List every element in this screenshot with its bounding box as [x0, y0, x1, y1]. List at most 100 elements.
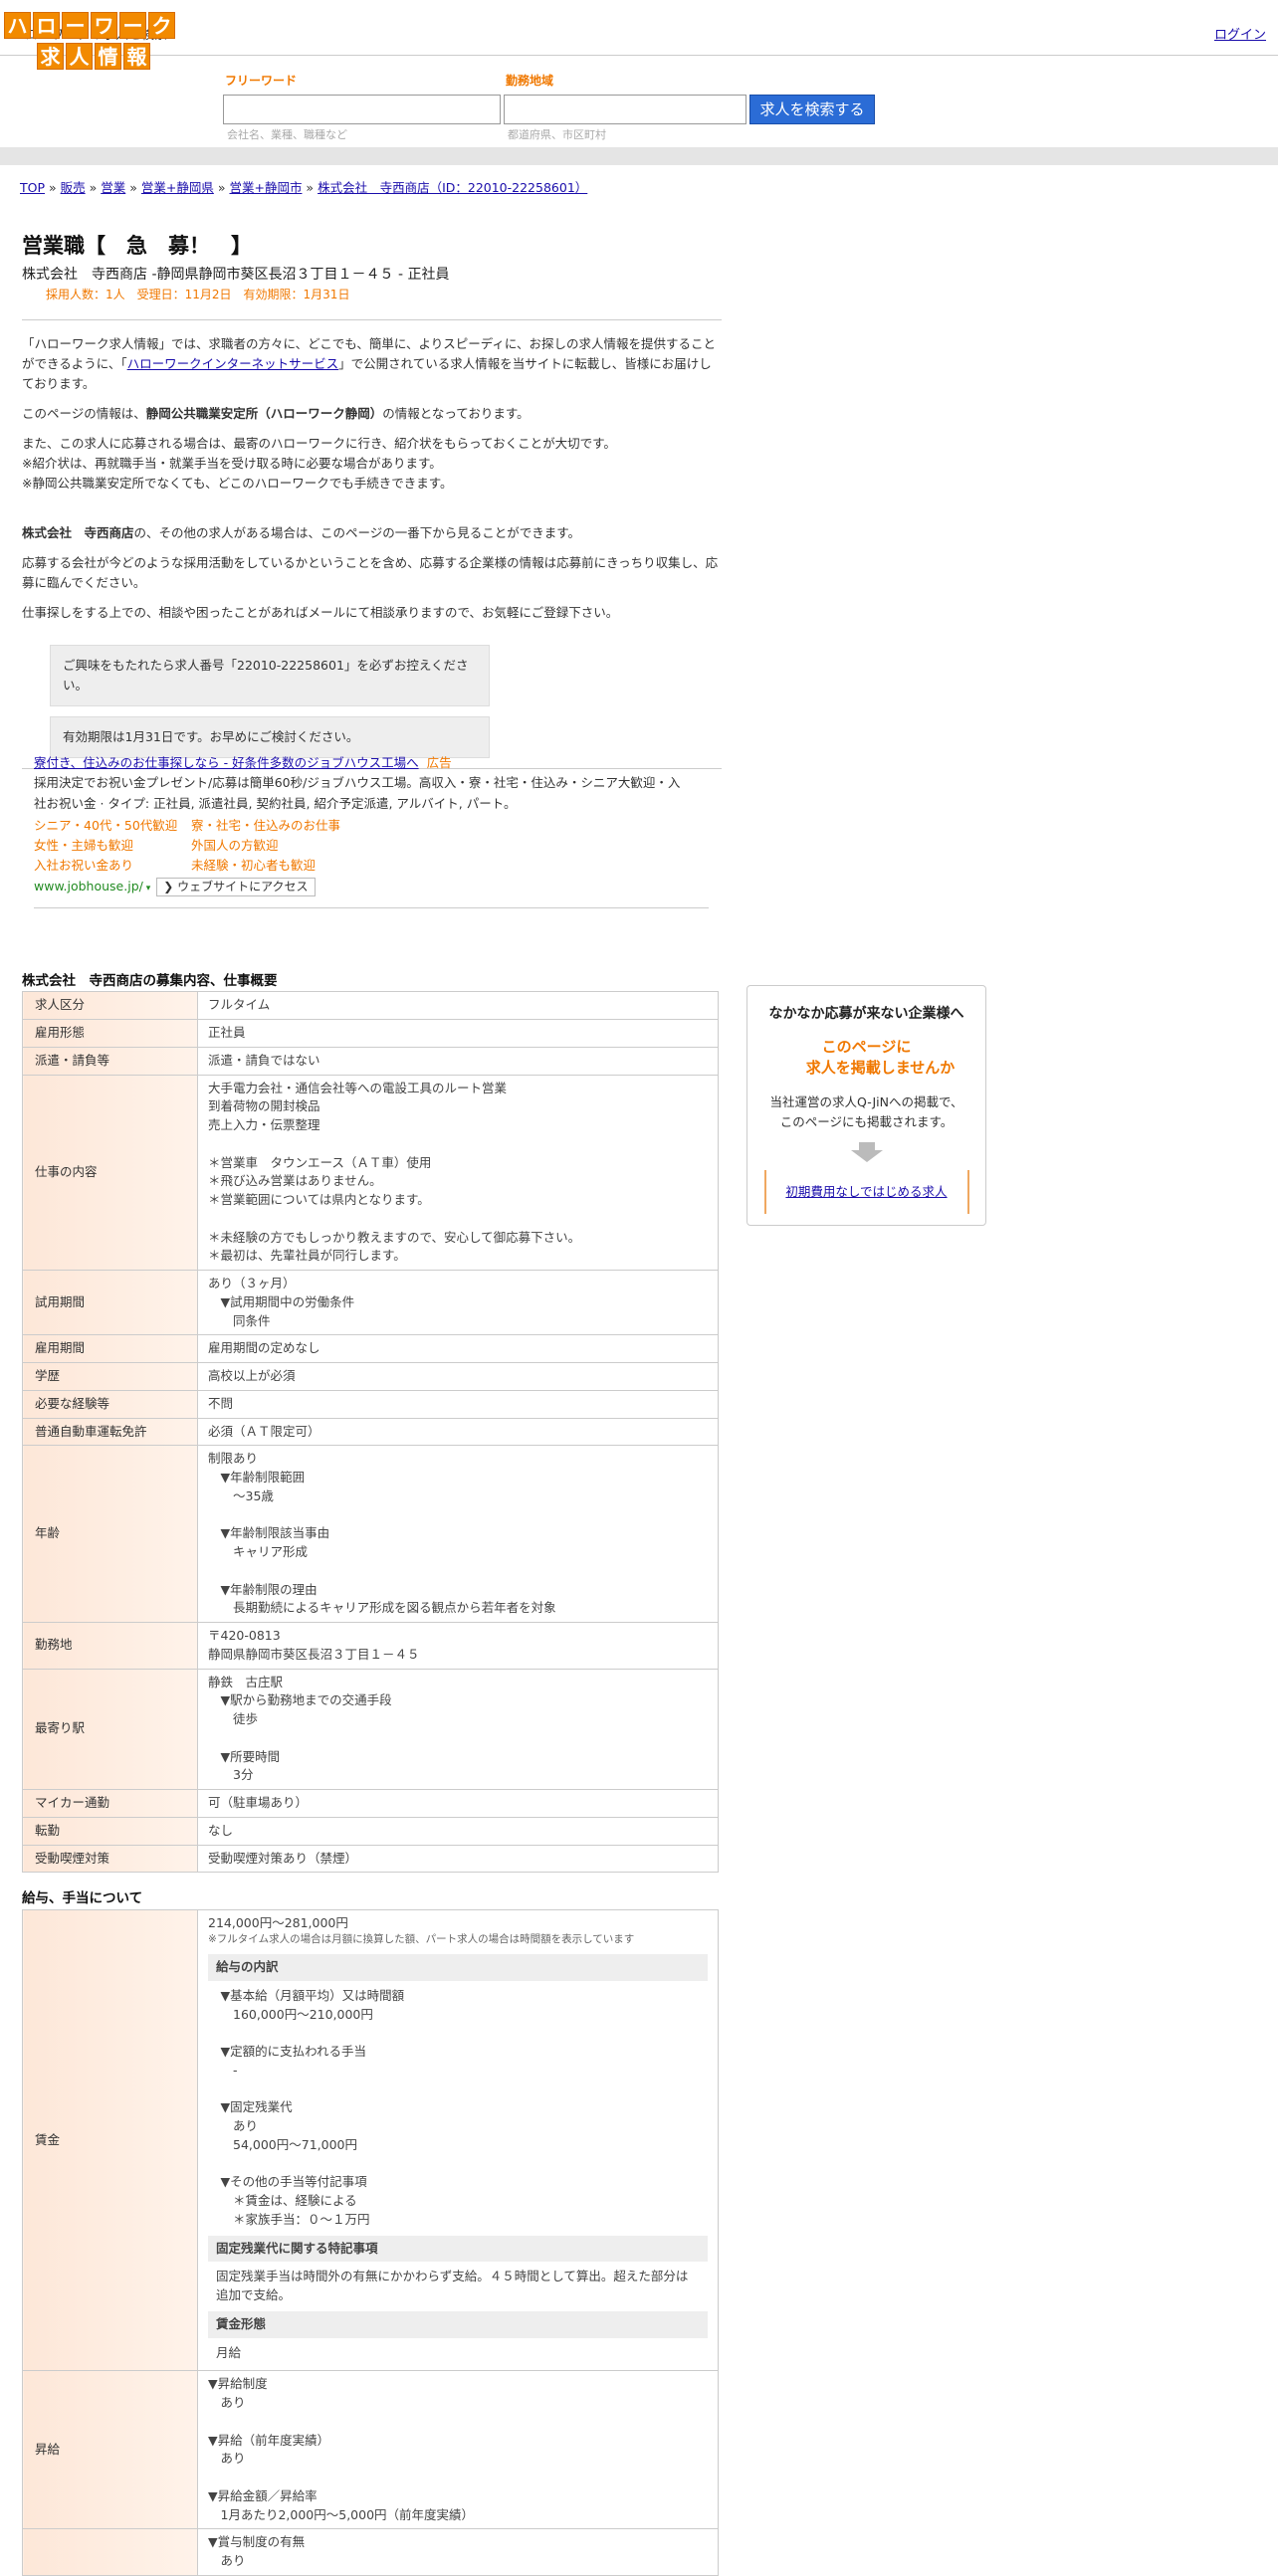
raise-label: 昇給: [22, 2370, 198, 2530]
row-value: 高校以上が必須: [197, 1362, 719, 1391]
breadcrumb-link[interactable]: 営業+静岡県: [141, 180, 214, 195]
breadcrumb-link[interactable]: TOP: [20, 180, 45, 195]
text-line: あり: [208, 2395, 246, 2410]
other-jobs-note: 株式会社 寺西商店の、その他の求人がある場合は、このページの一番下から見ることが…: [22, 524, 581, 540]
table-row: 雇用形態 正社員: [22, 1019, 719, 1048]
details-table: 求人区分 フルタイム 雇用形態 正社員 派遣・請負等 派遣・請負ではない 仕事の内容 大手電力…: [22, 991, 719, 1874]
logo-char: ロ: [33, 12, 60, 39]
ad-feature: 寮・社宅・住込みのお仕事: [191, 817, 341, 833]
fixed-overtime-text: 固定残業手当は時間外の有無にかかわらず支給。４５時間として算出。超えた部分は追加…: [216, 2269, 689, 2302]
logo-char: 求: [37, 43, 64, 70]
text-line: 雇用期間の定めなし: [208, 1340, 320, 1356]
logo-char: ワ: [91, 12, 117, 39]
row-value: 派遣・請負ではない: [197, 1046, 719, 1076]
text-line: 静岡県静岡市葵区長沼３丁目１－４５: [208, 1646, 420, 1662]
text-line: [208, 2024, 708, 2043]
table-row: 最寄り駅 静鉄 古庄駅 ▼駅から勤務地までの交通手段 徒歩 ▼所要時間 3分: [22, 1668, 719, 1790]
freeword-input[interactable]: [223, 95, 501, 124]
text-line: [208, 2155, 708, 2174]
row-label: 最寄り駅: [22, 1668, 198, 1790]
text-line: ▼昇給金額／昇給率: [208, 2487, 318, 2503]
text-line: 長期勤続によるキャリア形成を図る観点から若年者を対象: [208, 1600, 556, 1616]
row-value: 大手電力会社・通信会社等への電設工具のルート営業 到着荷物の開封検品 売上入力・伝票…: [197, 1074, 719, 1271]
text-line: フルタイム: [208, 997, 271, 1013]
wage-range: 214,000円〜281,000円: [208, 1914, 348, 1930]
breadcrumb-link[interactable]: 販売: [61, 180, 86, 195]
table-row: 必要な経験等 不問: [22, 1389, 719, 1419]
breadcrumb-link[interactable]: 営業: [101, 180, 125, 195]
text-line: 3分: [208, 1767, 254, 1783]
ad-feature: 外国人の方歓迎: [191, 838, 279, 853]
search-button[interactable]: 求人を検索する: [749, 95, 875, 124]
text-line: ▼試用期間中の労働条件: [208, 1293, 355, 1309]
table-row: ▼賞与制度の有無 あり: [22, 2528, 719, 2576]
hellowork-internet-link[interactable]: ハローワークインターネットサービス: [127, 356, 339, 371]
wage-note: ※フルタイム求人の場合は月額に換算した額、パート求人の場合は時間額を表示していま…: [208, 1933, 635, 1946]
breadcrumb-link[interactable]: 営業+静岡市: [229, 180, 302, 195]
breakdown-title: 給与の内訳: [208, 1954, 708, 1981]
text-line: ＊営業範囲については県内となります。: [208, 1192, 430, 1207]
hellowork-logo[interactable]: ハローワーク求人情報: [4, 12, 179, 70]
ad-features: シニア・40代・50代歓迎 寮・社宅・住込みのお仕事 女性・主婦も歓迎 外国人の方歓迎…: [34, 816, 691, 877]
text-line: 54,000円〜71,000円: [208, 2136, 357, 2152]
table-row: 試用期間 あり（３ヶ月） ▼試用期間中の労働条件 同条件: [22, 1269, 719, 1336]
text-line: 高校以上が必須: [208, 1368, 296, 1383]
text-line: 160,000円〜210,000円: [208, 2006, 373, 2022]
deadline-note: 有効期限は1月31日です。お早めにご検討ください。: [50, 715, 490, 758]
table-row: 賃金 214,000円〜281,000円 ※フルタイム求人の場合は月額に換算した…: [22, 1908, 719, 2372]
row-label: 受動喫煙対策: [22, 1844, 198, 1874]
text-line: なし: [208, 1822, 234, 1838]
table-row: 受動喫煙対策 受動喫煙対策あり（禁煙）: [22, 1844, 719, 1874]
visit-website-button[interactable]: ❯ ウェブサイトにアクセス: [156, 877, 316, 896]
ad-url[interactable]: www.jobhouse.jp/: [34, 879, 143, 893]
start-listing-button[interactable]: 初期費用なしではじめる求人: [763, 1170, 969, 1214]
row-value: 制限あり ▼年齢制限範囲 〜35歳 ▼年齢制限該当事由 キャリア形成 ▼年齢制限…: [197, 1445, 719, 1623]
text-line: ▼固定残業代: [208, 2099, 293, 2115]
freeword-label: フリーワード: [225, 74, 298, 88]
text-line: 制限あり: [208, 1451, 259, 1467]
table-row: 雇用期間 雇用期間の定めなし: [22, 1334, 719, 1363]
breadcrumb-link[interactable]: 株式会社 寺西商店（ID：22010-22258601）: [318, 180, 587, 195]
text-line: 徒歩: [208, 1711, 259, 1726]
login-link[interactable]: ログイン: [1214, 26, 1266, 46]
job-number-note: ご興味をもたれたら求人番号「22010-22258601」を必ずお控えください。: [50, 644, 490, 706]
ad-feature: 未経験・初心者も歓迎: [191, 858, 317, 874]
text-line: [208, 2413, 708, 2432]
logo-char: ー: [62, 12, 89, 39]
text-line: ＊飛び込み営業はありません。: [208, 1173, 382, 1189]
text-line: 1月あたり2,000円〜5,000円（前年度実績）: [208, 2506, 475, 2522]
area-input[interactable]: [504, 95, 746, 124]
job-meta: 採用人数：1人 受理日：11月2日 有効期限：1月31日: [46, 287, 350, 301]
advertise-box: なかなか応募が来ない企業様へ このページに 求人を掲載しませんか 当社運営の求人Q…: [746, 985, 986, 1226]
text-line: ▼定額的に支払われる手当: [208, 2044, 367, 2059]
row-label: マイカー通勤: [22, 1789, 198, 1818]
text-line: ＊営業車 タウンエース（ＡＴ車）使用: [208, 1154, 432, 1170]
text-line: ▼年齢制限範囲: [208, 1470, 306, 1485]
top-bar: ハローワークの求人を検索 ログイン: [0, 0, 1278, 56]
bonus-label: [22, 2528, 198, 2576]
row-label: 転勤: [22, 1816, 198, 1846]
pay-table: 賃金 214,000円〜281,000円 ※フルタイム求人の場合は月額に換算した…: [22, 1908, 719, 2576]
text-line: キャリア形成: [208, 1544, 309, 1559]
text-line: [208, 2469, 708, 2487]
main-content: 営業職【 急 募！ 】 株式会社 寺西商店 -静岡県静岡市葵区長沼３丁目１－４５…: [22, 231, 722, 769]
down-arrow-icon: [850, 1150, 883, 1162]
text-line: 大手電力会社・通信会社等への電設工具のルート営業: [208, 1080, 508, 1095]
area-placeholder: 都道府県、市区町村: [508, 128, 606, 141]
text-line: 〜35歳: [208, 1487, 274, 1503]
pay-heading: 給与、手当について: [22, 1890, 143, 1907]
divider: [34, 907, 709, 908]
research-note: 応募する会社が今どのような採用活動をしているかということを含め、応募する企業様の…: [22, 554, 719, 590]
row-label: 求人区分: [22, 991, 198, 1020]
table-row: 昇給 ▼昇給制度 あり ▼昇給（前年度実績） あり ▼昇給金額／昇給率 1月あた…: [22, 2370, 719, 2530]
intro-paragraph: 「ハローワーク求人情報」では、求職者の方々に、どこでも、簡単に、よりスピーディに…: [22, 335, 717, 391]
table-row: 仕事の内容 大手電力会社・通信会社等への電設工具のルート営業 到着荷物の開封検品 売上…: [22, 1074, 719, 1271]
row-label: 必要な経験等: [22, 1389, 198, 1419]
logo-char: ー: [119, 12, 146, 39]
ad-title-link[interactable]: 寮付き、住込みのお仕事探しなら - 好条件多数のジョブハウス工場へ: [34, 755, 419, 770]
divider-bar: [0, 147, 1278, 165]
row-label: 雇用形態: [22, 1019, 198, 1048]
ad-tag: 広告: [426, 755, 452, 770]
text-line: ＊未経験の方でもしっかり教えますので、安心して御応募下さい。: [208, 1229, 581, 1245]
text-line: 受動喫煙対策あり（禁煙）: [208, 1850, 358, 1866]
